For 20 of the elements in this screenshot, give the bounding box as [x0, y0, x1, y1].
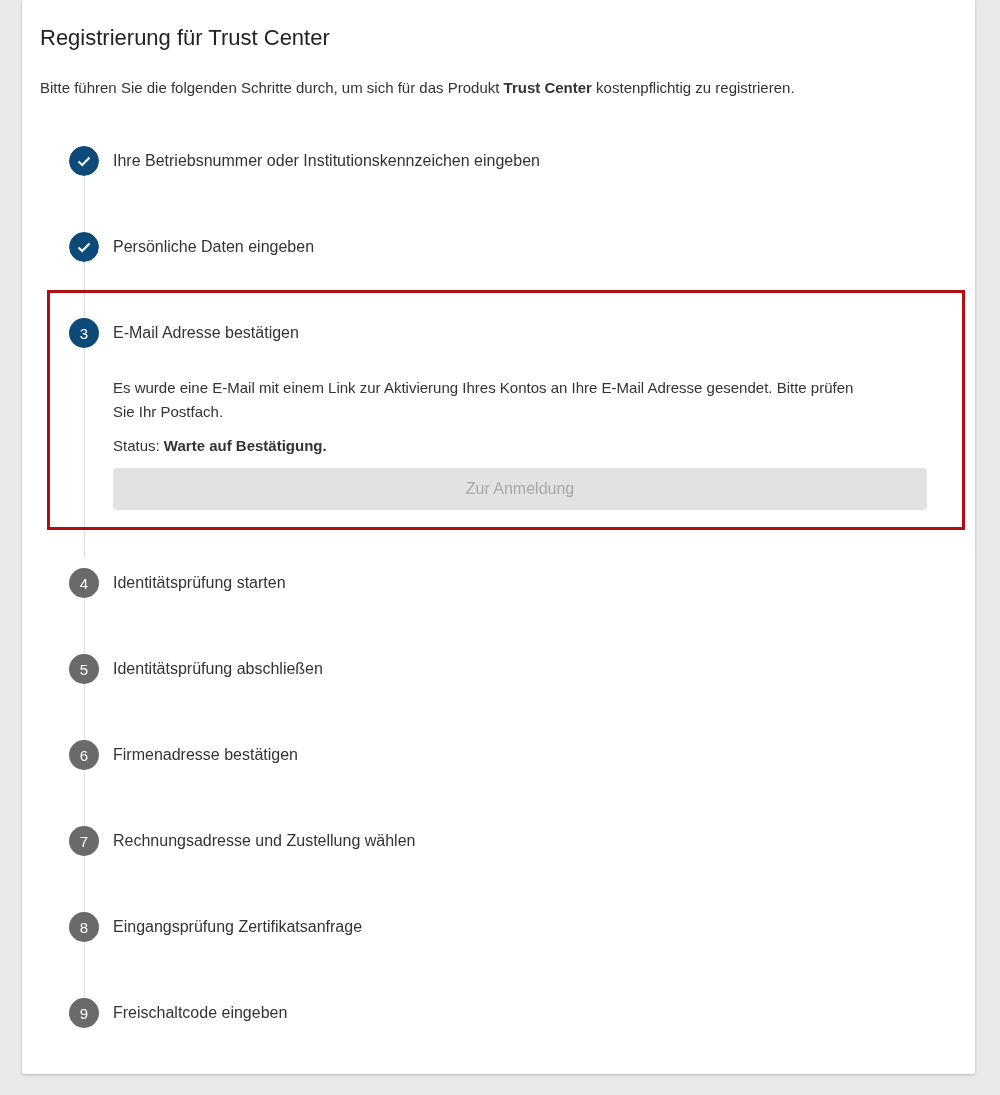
- intro-text: Bitte führen Sie die folgenden Schritte durch, um sich für das Produkt Trust Center kostenpflichtig zu registrieren.: [40, 79, 796, 97]
- step-label: Ihre Betriebsnummer oder Institutionskennzeichen eingeben: [113, 152, 540, 170]
- step-label: E-Mail Adresse bestätigen: [113, 324, 299, 342]
- status-text: Status: Warte auf Bestätigung.: [113, 436, 328, 456]
- step-label: Persönliche Daten eingeben: [113, 238, 315, 256]
- step-label: Identitätsprüfung starten: [113, 574, 286, 592]
- step-number: 3: [69, 318, 99, 348]
- step-description: Es wurde eine E-Mail mit einem Link zur Aktivierung Ihres Kontos an Ihre E-Mail Adresse gesendet. Bitte prüfen Sie Ihr Postfach.: [113, 378, 855, 422]
- step-label: Rechnungsadresse und Zustellung wählen: [113, 832, 416, 850]
- step-number: 4: [69, 568, 99, 598]
- step-label: Firmenadresse bestätigen: [113, 746, 298, 764]
- step-number: 5: [69, 654, 99, 684]
- step-number: 7: [69, 826, 99, 856]
- step-label: Identitätsprüfung abschließen: [113, 660, 323, 678]
- step-label: Freischaltcode eingeben: [113, 1004, 288, 1022]
- step-label: Eingangsprüfung Zertifikatsanfrage: [113, 918, 363, 936]
- step-number: 6: [69, 740, 99, 770]
- page-title: Registrierung für Trust Center: [40, 24, 331, 52]
- step-number: 9: [69, 998, 99, 1028]
- step-number: 8: [69, 912, 99, 942]
